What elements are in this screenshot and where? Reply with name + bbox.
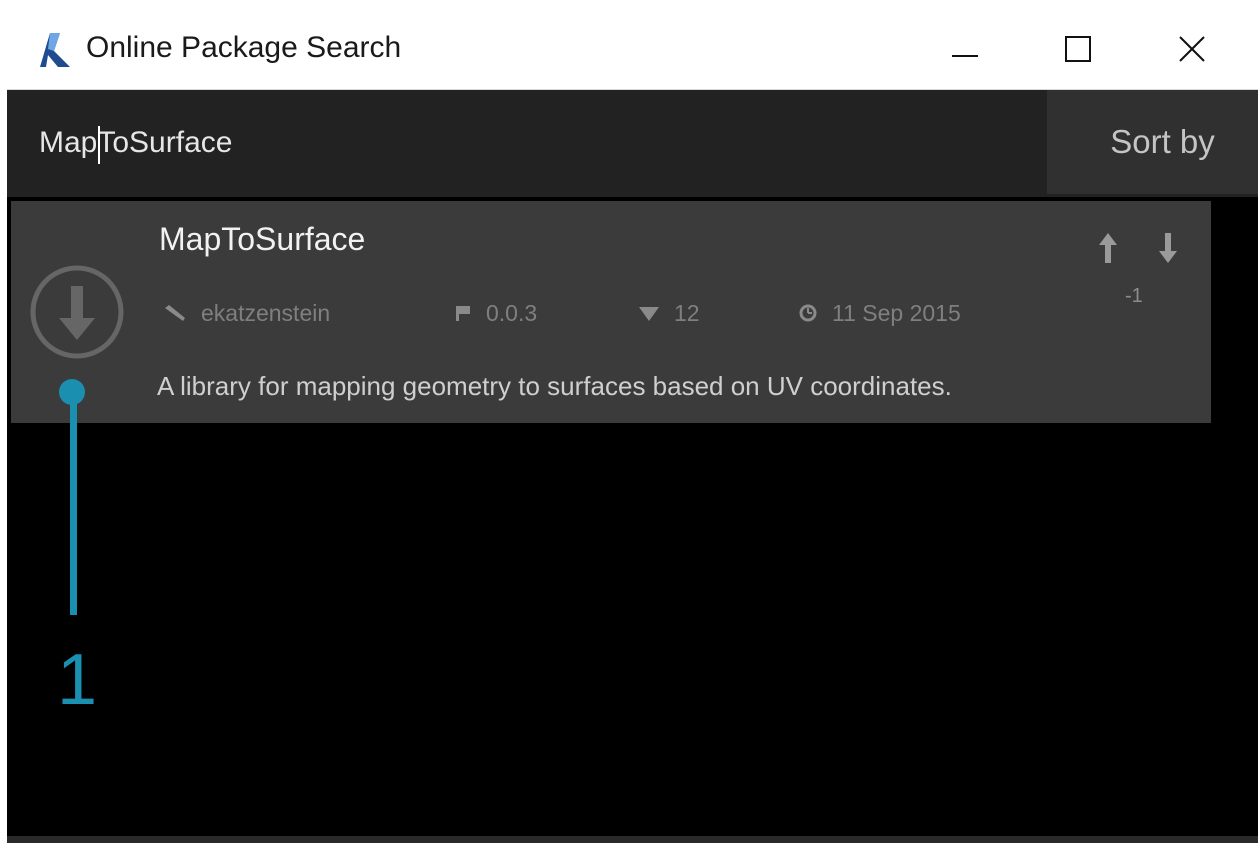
search-input[interactable]: MapToSurface	[39, 118, 939, 168]
title-bar: Online Package Search	[7, 7, 1258, 90]
package-name[interactable]: MapToSurface	[159, 221, 365, 258]
version-number: 0.0.3	[486, 299, 538, 326]
maximize-button[interactable]	[1048, 19, 1108, 79]
upvote-icon[interactable]	[1097, 231, 1119, 265]
package-description: A library for mapping geometry to surfac…	[157, 371, 952, 401]
sort-by-button[interactable]: Sort by	[1047, 90, 1258, 194]
download-icon[interactable]	[29, 264, 125, 360]
window-title: Online Package Search	[86, 31, 402, 64]
minimize-icon	[952, 55, 978, 57]
close-icon	[1179, 36, 1205, 62]
search-text-before-caret: Map	[39, 126, 98, 159]
vote-score: -1	[1125, 285, 1143, 307]
sort-by-label: Sort by	[1110, 123, 1215, 160]
package-date: 11 Sep 2015	[798, 293, 961, 333]
text-caret	[98, 126, 101, 164]
author-name: ekatzenstein	[201, 299, 331, 326]
callout-leader-line	[70, 390, 77, 615]
package-author: ekatzenstein	[163, 293, 330, 333]
search-text-after-caret: ToSurface	[97, 126, 233, 159]
package-result-card[interactable]: MapToSurface ekatzenstein 0.0.3 12 11 Se…	[11, 201, 1211, 423]
close-button[interactable]	[1162, 19, 1222, 79]
flag-icon	[456, 306, 470, 321]
callout-number: 1	[57, 640, 98, 720]
dynamo-app-icon	[36, 29, 76, 71]
window-bottom-edge	[7, 836, 1258, 843]
minimize-button[interactable]	[935, 19, 995, 79]
download-count: 12	[674, 299, 700, 326]
maximize-icon	[1065, 36, 1091, 62]
download-count-icon	[639, 307, 659, 321]
package-downloads: 12	[638, 293, 700, 333]
package-search-window: Online Package Search MapToSurface Sort …	[7, 7, 1258, 843]
package-version: 0.0.3	[454, 293, 537, 333]
pen-icon	[165, 305, 185, 321]
clock-icon	[799, 304, 817, 322]
downvote-icon[interactable]	[1157, 231, 1179, 265]
release-date: 11 Sep 2015	[832, 299, 961, 326]
